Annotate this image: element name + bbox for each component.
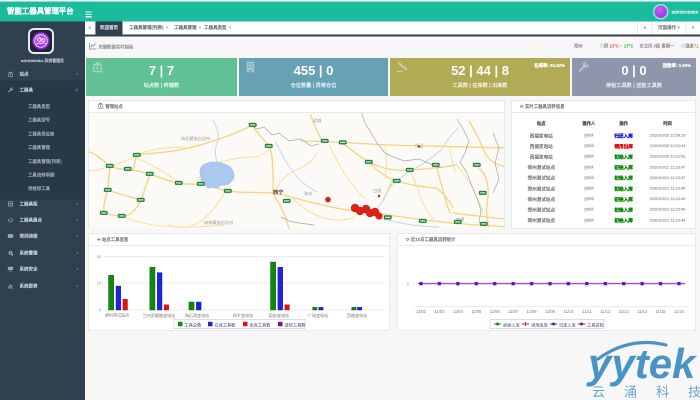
svg-text:西福变电站: 西福变电站	[347, 312, 367, 318]
svg-text:海南藏族自治州: 海南藏族自治州	[204, 219, 233, 226]
svg-text:11/15: 11/15	[656, 309, 667, 314]
svg-text:11/14: 11/14	[637, 309, 648, 314]
svg-text:海北藏族自治州: 海北藏族自治州	[181, 135, 210, 142]
svg-text:11/09: 11/09	[545, 309, 556, 314]
svg-text:西宁: 西宁	[273, 188, 283, 196]
svg-text:归还入库: 归还入库	[559, 321, 576, 328]
svg-text:11/16: 11/16	[674, 309, 685, 314]
svg-text:窑街变电站: 窑街变电站	[269, 312, 289, 318]
svg-text:11/06: 11/06	[490, 309, 501, 314]
svg-text:和平变电站: 和平变电站	[233, 312, 253, 318]
svg-text:工具送检: 工具送检	[587, 321, 605, 328]
svg-text:11/11: 11/11	[582, 309, 592, 314]
svg-text:11/07: 11/07	[508, 309, 519, 314]
svg-text:广场变电站: 广场变电站	[308, 312, 328, 318]
svg-text:武威: 武威	[313, 117, 322, 124]
svg-text:0: 0	[99, 308, 101, 312]
svg-text:初始入库: 初始入库	[503, 321, 520, 328]
svg-text:11/04: 11/04	[453, 309, 464, 314]
svg-text:20: 20	[97, 255, 101, 259]
svg-text:11/03: 11/03	[434, 309, 445, 314]
svg-text:11/13: 11/13	[619, 309, 630, 314]
svg-text:11/10: 11/10	[563, 309, 574, 314]
svg-text:在库工具数: 在库工具数	[215, 321, 237, 328]
svg-text:11/02: 11/02	[416, 309, 427, 314]
svg-text:11/05: 11/05	[471, 309, 482, 314]
svg-text:0: 0	[407, 282, 409, 286]
svg-text:工具总数: 工具总数	[185, 321, 203, 328]
svg-text:10: 10	[97, 281, 101, 285]
svg-text:海石湾变电站: 海石湾变电站	[185, 312, 210, 318]
svg-text:兰州武威路变电站: 兰州武威路变电站	[143, 312, 176, 318]
svg-text:11/08: 11/08	[527, 309, 538, 314]
svg-text:送检工具数: 送检工具数	[285, 321, 307, 328]
svg-text:白银: 白银	[373, 187, 382, 194]
svg-text:海东: 海东	[304, 190, 312, 197]
svg-text:领用出库: 领用出库	[531, 321, 548, 328]
svg-text:郑州测试站点: 郑州测试站点	[105, 312, 130, 318]
svg-text:出库工具数: 出库工具数	[250, 321, 272, 328]
svg-text:yytek: yytek	[586, 340, 698, 387]
svg-text:11/12: 11/12	[600, 309, 611, 314]
svg-text:云涌科技: 云涌科技	[592, 385, 700, 400]
